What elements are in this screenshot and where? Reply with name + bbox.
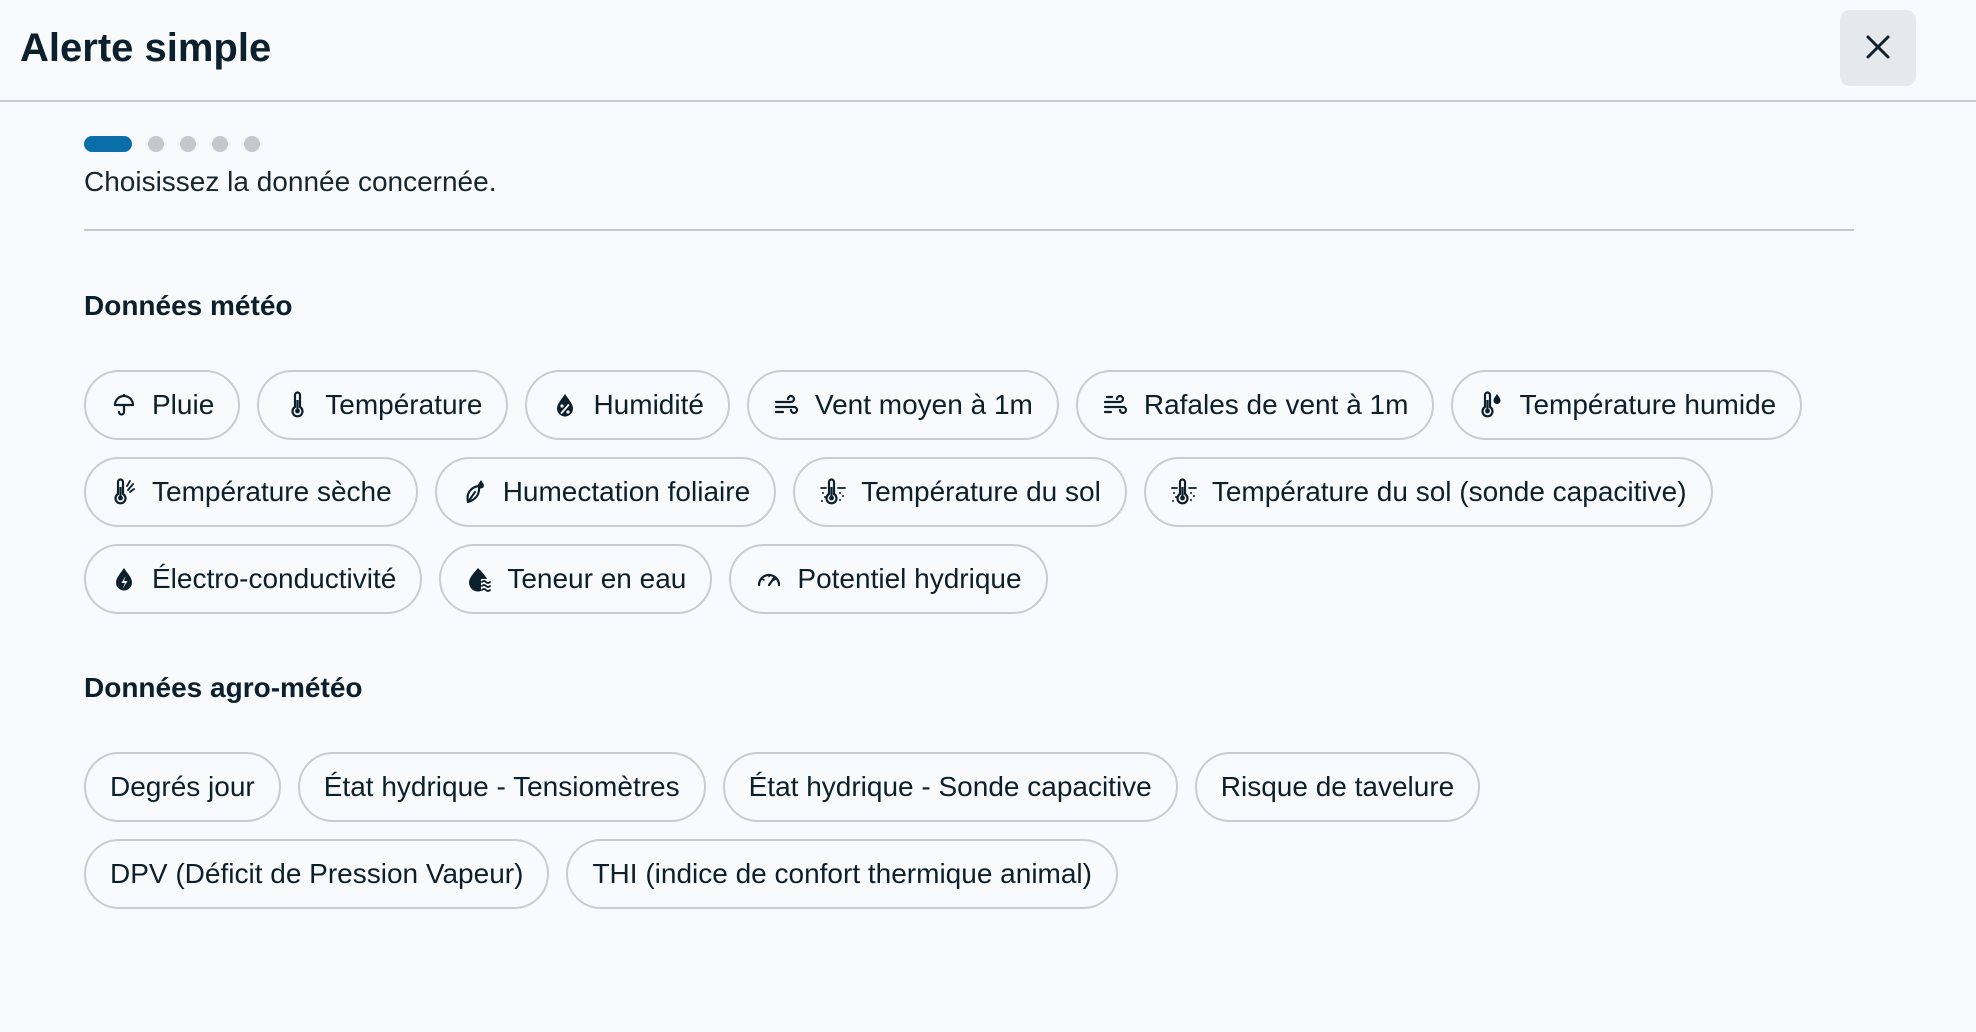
step-dot bbox=[180, 136, 196, 152]
water-content-icon bbox=[465, 565, 493, 593]
thermometer-drop-icon bbox=[1477, 391, 1505, 419]
chip-group-agro-meteo: Degrés jour État hydrique - Tensiomètres É… bbox=[84, 752, 1854, 909]
chip-rafales-de-vent-a-1m[interactable]: Rafales de vent à 1m bbox=[1075, 370, 1435, 440]
modal-header: Alerte simple bbox=[0, 0, 1976, 102]
chip-potentiel-hydrique[interactable]: Potentiel hydrique bbox=[729, 544, 1048, 614]
soil-thermometer-icon bbox=[1170, 478, 1198, 506]
modal-title: Alerte simple bbox=[20, 26, 272, 70]
chip-label: Potentiel hydrique bbox=[797, 563, 1022, 594]
umbrella-icon bbox=[110, 391, 138, 419]
step-dot bbox=[148, 136, 164, 152]
chip-label: Rafales de vent à 1m bbox=[1143, 389, 1409, 420]
close-icon bbox=[1864, 33, 1892, 64]
chip-label: Degrés jour bbox=[110, 771, 255, 802]
chip-temperature-du-sol-sonde-capacitive[interactable]: Température du sol (sonde capacitive) bbox=[1143, 457, 1713, 527]
chip-label: État hydrique - Sonde capacitive bbox=[748, 771, 1152, 802]
leaf-drop-icon bbox=[461, 478, 489, 506]
wind-gust-icon bbox=[1102, 391, 1130, 419]
chip-label: Température du sol (sonde capacitive) bbox=[1211, 476, 1687, 507]
chip-risque-de-tavelure[interactable]: Risque de tavelure bbox=[1194, 752, 1481, 822]
step-dot bbox=[212, 136, 228, 152]
chip-etat-hydrique-sonde-capacitive[interactable]: État hydrique - Sonde capacitive bbox=[722, 752, 1178, 822]
chip-group-meteo: Pluie Température Humidité Vent moyen à 1m R… bbox=[84, 370, 1854, 614]
wind-icon bbox=[773, 391, 801, 419]
close-button[interactable] bbox=[1840, 10, 1916, 86]
chip-label: Vent moyen à 1m bbox=[814, 389, 1033, 420]
conductivity-drop-icon bbox=[110, 565, 138, 593]
chip-label: THI (indice de confort thermique animal) bbox=[592, 858, 1092, 889]
chip-electro-conductivite[interactable]: Électro-conductivité bbox=[84, 544, 423, 614]
chip-label: Humidité bbox=[593, 389, 704, 420]
chip-label: Humectation foliaire bbox=[502, 476, 751, 507]
chip-label: Risque de tavelure bbox=[1220, 771, 1455, 802]
chip-temperature[interactable]: Température bbox=[257, 370, 509, 440]
chip-etat-hydrique-tensiometres[interactable]: État hydrique - Tensiomètres bbox=[297, 752, 706, 822]
chip-label: Température sèche bbox=[152, 476, 392, 507]
chip-temperature-seche[interactable]: Température sèche bbox=[84, 457, 418, 527]
chip-label: Teneur en eau bbox=[507, 563, 687, 594]
section-title-meteo: Données météo bbox=[84, 290, 293, 321]
section-title-agro-meteo: Données agro-météo bbox=[84, 672, 363, 703]
chip-label: Température du sol bbox=[861, 476, 1101, 507]
chip-label: État hydrique - Tensiomètres bbox=[323, 771, 680, 802]
thermometer-dry-icon bbox=[110, 478, 138, 506]
chip-dpv-deficit-de-pression-vapeur[interactable]: DPV (Déficit de Pression Vapeur) bbox=[84, 839, 550, 909]
chip-temperature-humide[interactable]: Température humide bbox=[1451, 370, 1803, 440]
step-dot bbox=[244, 136, 260, 152]
thermometer-icon bbox=[283, 391, 311, 419]
chip-label: Température bbox=[325, 389, 483, 420]
chip-label: DPV (Déficit de Pression Vapeur) bbox=[110, 858, 524, 889]
gauge-icon bbox=[755, 565, 783, 593]
step-indicator bbox=[84, 136, 260, 152]
divider bbox=[84, 229, 1854, 231]
soil-thermometer-icon bbox=[819, 478, 847, 506]
chip-thi-indice-de-confort-thermique-animal[interactable]: THI (indice de confort thermique animal) bbox=[566, 839, 1118, 909]
chip-pluie[interactable]: Pluie bbox=[84, 370, 241, 440]
chip-vent-moyen-a-1m[interactable]: Vent moyen à 1m bbox=[746, 370, 1059, 440]
chip-temperature-du-sol[interactable]: Température du sol bbox=[793, 457, 1127, 527]
step-dot-active bbox=[84, 136, 132, 152]
chip-degres-jour[interactable]: Degrés jour bbox=[84, 752, 281, 822]
chip-label: Température humide bbox=[1519, 389, 1777, 420]
instruction-text: Choisissez la donnée concernée. bbox=[84, 166, 497, 197]
chip-teneur-en-eau[interactable]: Teneur en eau bbox=[439, 544, 713, 614]
chip-humectation-foliaire[interactable]: Humectation foliaire bbox=[434, 457, 777, 527]
chip-label: Pluie bbox=[152, 389, 215, 420]
chip-humidite[interactable]: Humidité bbox=[525, 370, 730, 440]
humidity-drop-icon bbox=[551, 391, 579, 419]
chip-label: Électro-conductivité bbox=[152, 563, 397, 594]
